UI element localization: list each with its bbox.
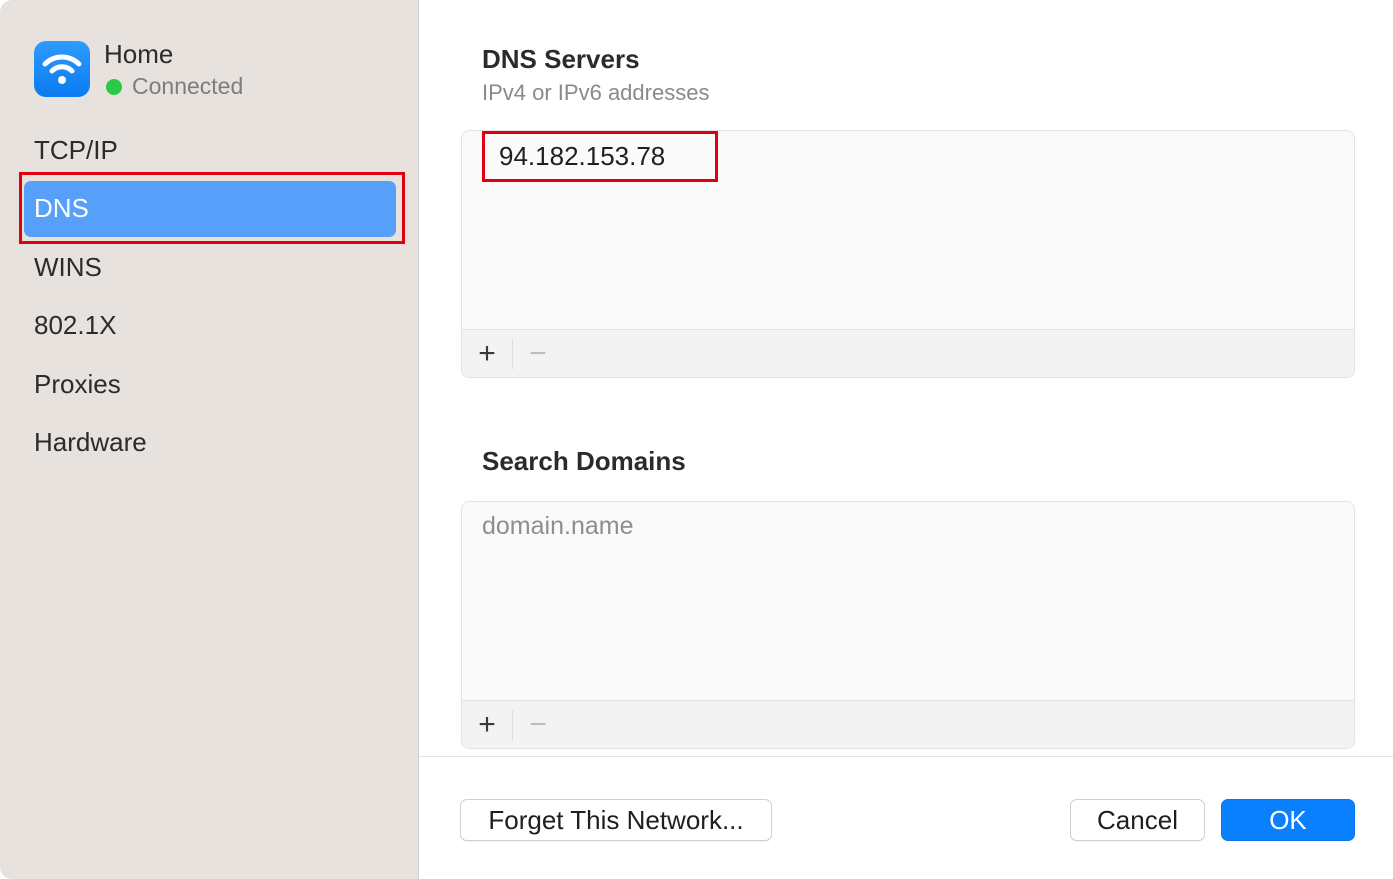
search-domains-toolbar: + − xyxy=(462,700,1354,748)
remove-search-domain-button[interactable]: − xyxy=(513,701,563,748)
network-status: Connected xyxy=(132,73,244,99)
sidebar-item-hardware[interactable]: Hardware xyxy=(24,415,396,471)
main-panel: DNS Servers IPv4 or IPv6 addresses 94.18… xyxy=(419,0,1393,879)
network-header: Home Connected xyxy=(34,39,394,101)
remove-dns-server-button[interactable]: − xyxy=(513,330,563,377)
sidebar-item-dns[interactable]: DNS xyxy=(24,180,396,237)
sidebar-item-tcpip[interactable]: TCP/IP xyxy=(24,122,396,178)
sidebar-item-label: 802.1X xyxy=(34,310,117,340)
network-settings-window: Home Connected TCP/IP DNS WINS 802.1X Pr… xyxy=(0,0,1393,879)
dns-servers-subtitle: IPv4 or IPv6 addresses xyxy=(482,80,710,105)
cancel-button[interactable]: Cancel xyxy=(1070,799,1205,841)
ok-button[interactable]: OK xyxy=(1221,799,1355,841)
search-domains-list-content: domain.name xyxy=(462,502,1354,700)
search-domains-title: Search Domains xyxy=(482,446,686,476)
dns-servers-list-content: 94.182.153.78 xyxy=(462,131,1354,329)
sidebar-item-8021x[interactable]: 802.1X xyxy=(24,298,396,354)
sidebar-item-label: Proxies xyxy=(34,368,121,399)
dns-servers-toolbar: + − xyxy=(462,329,1354,377)
footer-divider xyxy=(419,756,1393,757)
dns-servers-title: DNS Servers xyxy=(482,44,640,74)
forget-network-button[interactable]: Forget This Network... xyxy=(460,799,772,841)
network-name: Home xyxy=(104,39,174,69)
sidebar-item-label: WINS xyxy=(34,251,102,282)
sidebar-item-label: Hardware xyxy=(34,427,147,457)
search-domains-list[interactable]: domain.name + − xyxy=(461,501,1355,749)
status-dot-icon xyxy=(106,79,122,95)
dns-servers-list[interactable]: 94.182.153.78 + − xyxy=(461,130,1355,378)
dns-server-entry[interactable]: 94.182.153.78 xyxy=(499,141,665,172)
sidebar-item-proxies[interactable]: Proxies xyxy=(24,356,396,412)
sidebar-item-label: TCP/IP xyxy=(34,134,118,165)
search-domains-placeholder: domain.name xyxy=(482,512,634,540)
sidebar-nav: TCP/IP DNS WINS 802.1X Proxies Hardware xyxy=(24,122,396,473)
add-search-domain-button[interactable]: + xyxy=(462,701,512,748)
sidebar-item-wins[interactable]: WINS xyxy=(24,239,396,295)
sidebar-item-label: DNS xyxy=(34,193,89,223)
add-dns-server-button[interactable]: + xyxy=(462,330,512,377)
wifi-icon xyxy=(34,41,90,97)
sidebar: Home Connected TCP/IP DNS WINS 802.1X Pr… xyxy=(0,0,419,879)
